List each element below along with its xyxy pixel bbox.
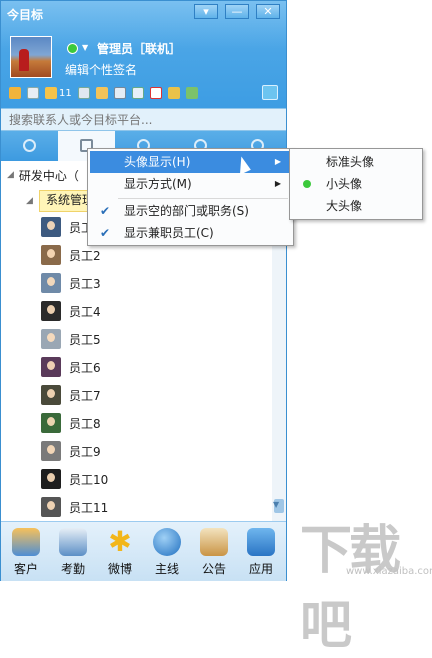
list-item[interactable]: 员工11 (41, 493, 108, 521)
department-label: 研发中心（ (18, 168, 79, 183)
close-button[interactable]: ✕ (256, 4, 280, 19)
header: 今目标 ▾ — ✕ ▼ 管理员［联机］ 编辑个性签名 11 (1, 1, 286, 108)
chevron-down-icon[interactable]: ▼ (273, 500, 279, 509)
menu-button[interactable]: ▾ (194, 4, 218, 19)
message-icon[interactable] (45, 87, 57, 99)
list-item[interactable]: 员工5 (41, 325, 101, 353)
avatar (41, 245, 61, 265)
tab-recent[interactable] (1, 131, 58, 161)
mainline-icon (153, 528, 181, 556)
employee-name: 员工10 (69, 472, 109, 487)
chevron-down-icon[interactable]: ▼ (82, 43, 88, 52)
list-item[interactable]: 员工6 (41, 353, 101, 381)
avatar (41, 413, 61, 433)
expand-arrow-icon[interactable]: ◢ (7, 170, 14, 180)
app-attendance[interactable]: 考勤 (50, 528, 96, 577)
chevron-right-icon: ▶ (274, 179, 281, 188)
list-item[interactable]: 员工7 (41, 381, 101, 409)
document-icon[interactable] (77, 87, 90, 99)
check-icon: ✔ (100, 204, 111, 218)
submenu-item-small[interactable]: 小头像 (292, 173, 418, 195)
avatar (41, 385, 61, 405)
employee-name: 员工8 (69, 416, 101, 431)
task-icon[interactable] (131, 87, 144, 99)
app-applications[interactable]: 应用 (238, 528, 284, 577)
employee-name: 员工3 (69, 276, 101, 291)
submenu: 标准头像 小头像 大头像 (289, 148, 423, 220)
selected-dot-icon (303, 180, 311, 188)
list-item[interactable]: 员工10 (41, 465, 108, 493)
avatar (41, 441, 61, 461)
check-icon: ✔ (100, 226, 111, 240)
employee-name: 员工4 (69, 304, 101, 319)
attendance-icon (59, 528, 87, 556)
chevron-right-icon: ▶ (274, 157, 281, 166)
menu-item-show-empty-departments[interactable]: ✔ 显示空的部门或职务(S) (90, 200, 289, 222)
grid-icon (247, 528, 275, 556)
online-status-icon[interactable] (67, 43, 78, 54)
main-window: 今目标 ▾ — ✕ ▼ 管理员［联机］ 编辑个性签名 11 搜索联系人或今目标平… (0, 0, 287, 581)
mail-icon[interactable] (27, 87, 39, 99)
submenu-item-standard[interactable]: 标准头像 (292, 151, 418, 173)
star-icon: ✱ (108, 525, 132, 558)
minimize-button[interactable]: — (225, 4, 249, 19)
clipboard-icon (200, 528, 228, 556)
search-bar (1, 108, 286, 131)
user-name: 管理员［联机］ (97, 42, 182, 56)
copy-icon[interactable] (113, 87, 126, 99)
app-bar: 客户 考勤 ✱ 微博 主线 公告 应用 (1, 521, 286, 581)
expand-arrow-icon[interactable]: ◢ (26, 196, 33, 206)
app-announcement[interactable]: 公告 (191, 528, 237, 577)
employee-name: 员工11 (69, 500, 109, 515)
avatar[interactable] (10, 36, 52, 78)
avatar (41, 497, 61, 517)
menu-item-avatar-display[interactable]: 头像显示(H) ▶ (90, 151, 289, 173)
window-title: 今目标 (7, 8, 44, 22)
list-item[interactable]: 员工3 (41, 269, 101, 297)
contacts-icon[interactable] (185, 87, 198, 99)
app-customer[interactable]: 客户 (3, 528, 49, 577)
list-item[interactable]: 员工8 (41, 409, 101, 437)
employee-name: 员工6 (69, 360, 101, 375)
submenu-item-large[interactable]: 大头像 (292, 195, 418, 217)
list-item[interactable]: 员工9 (41, 437, 101, 465)
avatar (41, 357, 61, 377)
avatar (41, 301, 61, 321)
employee-name: 员工9 (69, 444, 101, 459)
switch-icon[interactable] (9, 87, 21, 99)
signature-field[interactable]: 编辑个性签名 (65, 61, 137, 78)
watermark-url: www.xiazaiba.com (346, 566, 432, 577)
folder-icon[interactable] (95, 87, 108, 99)
list-item[interactable]: 员工4 (41, 297, 101, 325)
employee-name: 员工7 (69, 388, 101, 403)
avatar (41, 329, 61, 349)
skin-icon[interactable] (262, 85, 278, 100)
app-mainline[interactable]: 主线 (144, 528, 190, 577)
menu-divider (118, 198, 288, 199)
employee-name: 员工5 (69, 332, 101, 347)
app-weibo[interactable]: ✱ 微博 (97, 528, 143, 577)
calendar-icon[interactable] (149, 87, 162, 99)
announce-icon[interactable] (167, 87, 180, 99)
customer-icon (12, 528, 40, 556)
toolbar: 11 (9, 86, 204, 100)
avatar (41, 469, 61, 489)
menu-item-show-part-time[interactable]: ✔ 显示兼职员工(C) (90, 222, 289, 244)
menu-item-display-mode[interactable]: 显示方式(M) ▶ (90, 173, 289, 195)
employee-name: 员工2 (69, 248, 101, 263)
avatar (41, 217, 61, 237)
search-input[interactable] (7, 109, 281, 131)
message-count: 11 (59, 87, 72, 99)
person-icon (23, 139, 36, 152)
avatar (41, 273, 61, 293)
watermark-logo: 下载吧 (300, 521, 401, 656)
context-menu: 头像显示(H) ▶ 显示方式(M) ▶ ✔ 显示空的部门或职务(S) ✔ 显示兼职员工(… (87, 148, 294, 246)
